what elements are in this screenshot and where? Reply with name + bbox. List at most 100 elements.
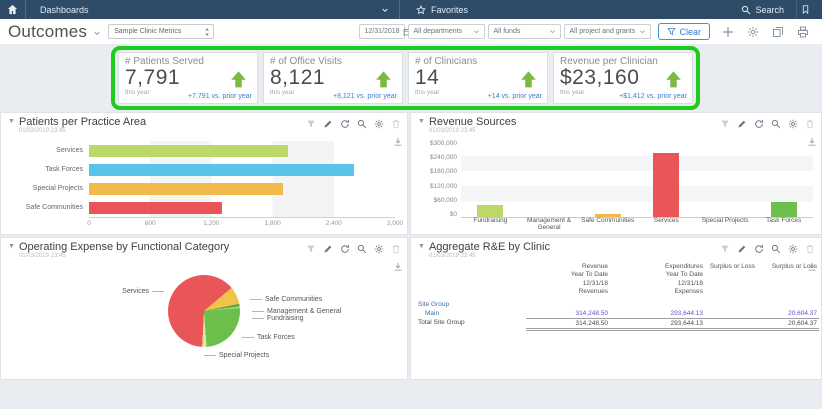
edit-icon[interactable] [323, 119, 333, 129]
clear-filters-button[interactable]: Clear [658, 23, 710, 40]
y-tick-label: $120,000 [429, 182, 457, 190]
chevron-down-icon [473, 28, 480, 35]
settings-icon[interactable] [788, 244, 798, 254]
funds-filter-value: All funds [493, 28, 521, 35]
pie-slice-label: Fundraising [249, 315, 304, 322]
bar-services[interactable] [653, 153, 680, 217]
refresh-icon[interactable] [754, 119, 764, 129]
y-axis: $300,000 $240,000 $180,000 $120,000 $60,000 $… [419, 140, 461, 231]
delete-icon[interactable] [391, 119, 401, 129]
zoom-icon[interactable] [771, 119, 781, 129]
kpi-card-patients-served[interactable]: # Patients Served 7,791 this year +7,791… [118, 52, 258, 104]
zoom-icon[interactable] [357, 119, 367, 129]
bookmark-button[interactable] [796, 0, 822, 19]
cell-value [705, 300, 757, 309]
kpi-card-office-visits[interactable]: # of Office Visits 8,121 this year +8,12… [263, 52, 403, 104]
filter-icon[interactable] [306, 119, 316, 129]
departments-filter-value: All departments [413, 28, 463, 35]
bar-task-forces[interactable] [89, 163, 355, 176]
collapse-icon[interactable]: ▼ [8, 118, 15, 125]
row-name[interactable]: Main [416, 309, 526, 318]
collapse-icon[interactable]: ▼ [418, 118, 425, 125]
nav-dashboards-menu[interactable]: Dashboards [26, 0, 400, 19]
bar-safe-communities[interactable] [89, 201, 222, 214]
y-tick-label: $180,000 [429, 168, 457, 176]
filter-icon[interactable] [720, 244, 730, 254]
refresh-icon[interactable] [340, 119, 350, 129]
cell-value[interactable]: 20,604.37 [757, 309, 819, 318]
panel-actions [720, 241, 815, 254]
x-axis: 0 600 1,200 1,800 2,400 3,000 [87, 217, 403, 228]
funds-filter[interactable]: All funds [488, 24, 562, 39]
bar-category-label: Special Projects [32, 185, 83, 192]
pie-slice-label: Task Forces [239, 334, 295, 341]
filter-icon[interactable] [720, 119, 730, 129]
pie-slice-label: Services [97, 288, 167, 295]
column-header: Revenue Year To Date 12/31/18 Revenues [570, 263, 608, 296]
download-icon[interactable] [393, 262, 403, 272]
search-button[interactable]: Search [729, 0, 796, 19]
copy-button[interactable] [767, 26, 789, 38]
page-header: Outcomes Sample Clinic Metrics 12/31/201… [0, 19, 822, 44]
delete-icon[interactable] [805, 244, 815, 254]
trend-up-arrow-icon [374, 70, 393, 89]
cell-value [526, 300, 610, 309]
refresh-icon[interactable] [754, 244, 764, 254]
edit-icon[interactable] [737, 119, 747, 129]
download-icon[interactable] [807, 137, 817, 147]
bar-row: Special Projects [33, 179, 395, 198]
kpi-card-revenue-per-clinician[interactable]: Revenue per Clinician $23,160 this year … [553, 52, 693, 104]
download-icon[interactable] [393, 137, 403, 147]
leader-line [152, 290, 164, 292]
departments-filter[interactable]: All departments [408, 24, 486, 39]
collapse-icon[interactable]: ▼ [8, 243, 15, 250]
dashboard-selector-value: Sample Clinic Metrics [114, 28, 182, 35]
delete-icon[interactable] [391, 244, 401, 254]
zoom-icon[interactable] [771, 244, 781, 254]
print-button[interactable] [792, 26, 814, 38]
edit-icon[interactable] [737, 244, 747, 254]
collapse-icon[interactable]: ▼ [418, 243, 425, 250]
bar-category-label: Task Forces [766, 217, 802, 224]
cell-value[interactable]: 293,644.13 [610, 309, 705, 318]
settings-icon[interactable] [788, 119, 798, 129]
nav-favorites-menu[interactable]: Favorites [400, 0, 484, 19]
settings-icon[interactable] [374, 244, 384, 254]
panel-title: Aggregate R&E by Clinic [428, 241, 550, 253]
pie[interactable] [168, 275, 240, 347]
panel-header: ▼ Patients per Practice Area 01/03/2019 … [1, 113, 407, 134]
column-header: Surplus or Loss [709, 263, 755, 270]
bar-special-projects[interactable] [89, 182, 283, 195]
settings-button[interactable] [742, 26, 764, 38]
refresh-icon[interactable] [340, 244, 350, 254]
delete-icon[interactable] [805, 119, 815, 129]
title-chevron-icon[interactable] [93, 29, 101, 37]
bar-category-label: Management & General [526, 217, 572, 231]
settings-icon[interactable] [374, 119, 384, 129]
projects-filter[interactable]: All project and grants [564, 24, 652, 39]
bar-category-label: Task Forces [45, 166, 83, 173]
cell-value: 314,248.50 [526, 317, 610, 331]
panel-header: ▼ Revenue Sources 01/03/2019 23:45 [411, 113, 821, 134]
dashboard-selector[interactable]: Sample Clinic Metrics [108, 24, 215, 39]
panel-actions [720, 116, 815, 129]
add-widget-button[interactable] [717, 26, 739, 38]
home-button[interactable] [0, 0, 26, 19]
bar-services[interactable] [89, 144, 288, 157]
zoom-icon[interactable] [357, 244, 367, 254]
row-name[interactable]: Site Group [416, 300, 526, 309]
panel-patients-per-practice-area: ▼ Patients per Practice Area 01/03/2019 … [0, 112, 408, 235]
bar-fundraising[interactable] [477, 204, 504, 217]
x-tick-label: 600 [144, 220, 156, 227]
bar-task-forces[interactable] [770, 201, 797, 217]
chevron-down-icon [381, 6, 389, 14]
date-input[interactable]: 12/31/2018 [359, 24, 410, 39]
y-tick-label: $60,000 [433, 196, 458, 204]
edit-icon[interactable] [323, 244, 333, 254]
filter-icon[interactable] [306, 244, 316, 254]
download-icon[interactable] [807, 262, 817, 272]
cell-value[interactable]: 314,248.50 [526, 309, 610, 318]
leader-line [242, 336, 254, 338]
x-tick-label: 1,800 [264, 220, 281, 227]
kpi-card-clinicians[interactable]: # of Clinicians 14 this year +14 vs. pri… [408, 52, 548, 104]
